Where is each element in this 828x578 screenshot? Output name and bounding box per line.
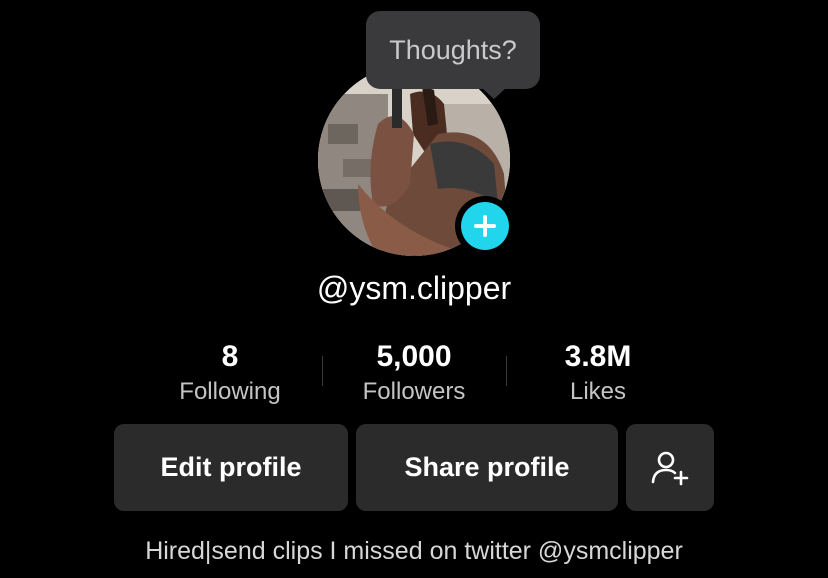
stat-likes[interactable]: 3.8M Likes [523, 338, 673, 406]
stat-followers[interactable]: 5,000 Followers [339, 338, 489, 406]
following-count: 8 [221, 340, 239, 373]
plus-icon [461, 202, 509, 250]
edit-profile-label: Edit profile [160, 452, 302, 482]
share-profile-button[interactable]: Share profile [356, 424, 618, 511]
person-plus-icon [651, 451, 689, 485]
likes-label: Likes [569, 378, 627, 405]
followers-label: Followers [362, 378, 466, 405]
following-label: Following [179, 378, 281, 405]
likes-count: 3.8M [564, 340, 632, 373]
followers-count: 5,000 [376, 340, 452, 373]
add-friends-button[interactable] [626, 424, 714, 511]
thoughts-tooltip[interactable]: Thoughts? [366, 11, 540, 89]
profile-username: @ysm.clipper [316, 270, 512, 306]
stat-divider [322, 356, 323, 386]
tooltip-tail [482, 88, 506, 99]
add-story-button[interactable] [455, 196, 515, 256]
profile-bio: Hired|send clips I missed on twitter @ys… [145, 537, 683, 565]
edit-profile-button[interactable]: Edit profile [114, 424, 348, 511]
stat-following[interactable]: 8 Following [155, 338, 305, 406]
tooltip-text: Thoughts? [389, 34, 517, 65]
share-profile-label: Share profile [404, 452, 570, 482]
stat-divider [506, 356, 507, 386]
